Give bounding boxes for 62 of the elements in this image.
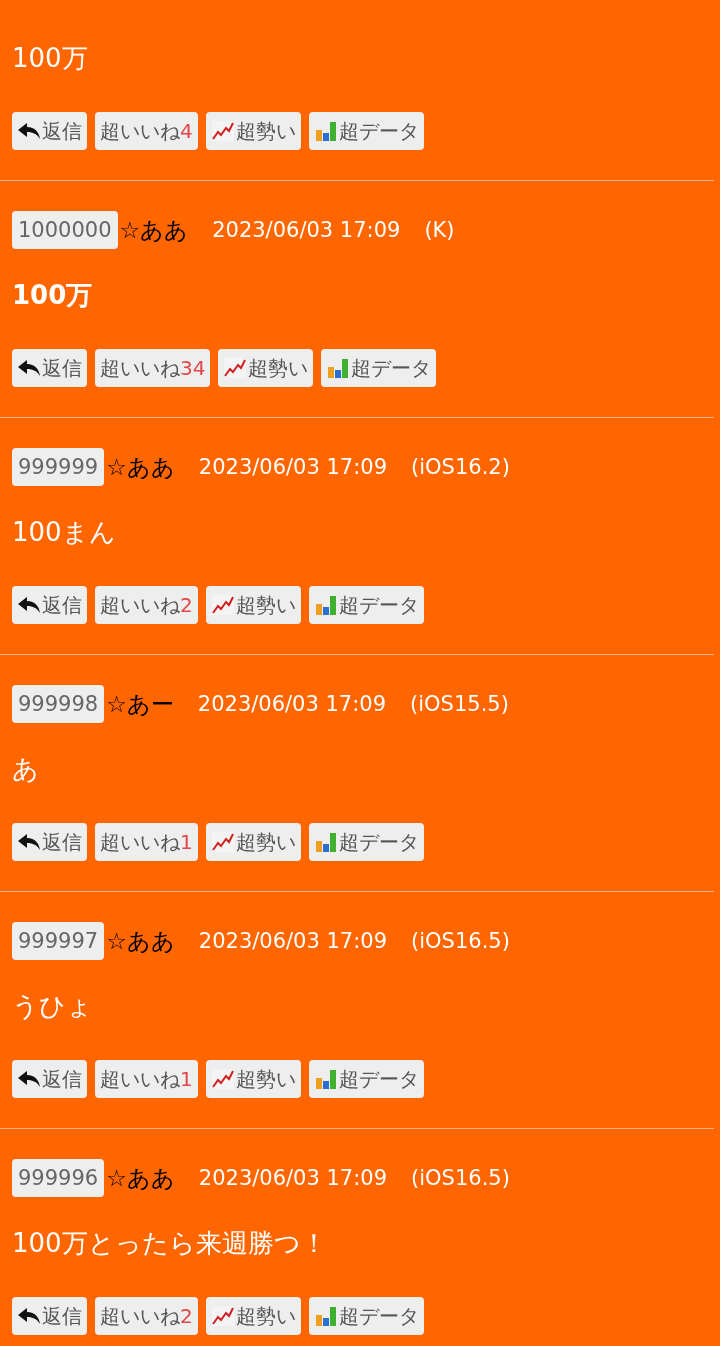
post-date: 2023/06/03 17:09 bbox=[197, 692, 387, 716]
post-date: 2023/06/03 17:09 bbox=[212, 218, 401, 242]
post-body: 100万 bbox=[12, 42, 89, 75]
reply-button[interactable]: 返信 bbox=[12, 586, 87, 624]
like-button[interactable]: 超いいね1 bbox=[95, 1060, 198, 1098]
reply-button[interactable]: 返信 bbox=[12, 823, 87, 861]
post-body: 100まん bbox=[12, 516, 117, 549]
post-body: うひょ bbox=[12, 990, 94, 1023]
reply-button[interactable]: 返信 bbox=[12, 349, 87, 387]
post-number-badge[interactable]: 1000000 bbox=[12, 211, 118, 249]
post-number-badge[interactable]: 999998 bbox=[12, 685, 105, 723]
data-button[interactable]: 超データ bbox=[308, 112, 424, 150]
line-chart-icon bbox=[210, 119, 235, 143]
post-date: 2023/06/03 17:09 bbox=[198, 1166, 388, 1190]
post-body: あ bbox=[12, 753, 40, 786]
like-button[interactable]: 超いいね34 bbox=[95, 349, 211, 387]
bar-chart-icon bbox=[313, 830, 338, 854]
bar-chart-icon bbox=[313, 119, 338, 143]
bar-chart-icon bbox=[313, 1067, 338, 1091]
line-chart-icon bbox=[210, 830, 235, 854]
post-body: 100万 bbox=[12, 279, 94, 312]
post-body: 100万とったら来週勝つ！ bbox=[12, 1227, 328, 1260]
device-label: (iOS16.2) bbox=[411, 455, 510, 479]
trend-button[interactable]: 超勢い bbox=[205, 1060, 301, 1098]
line-chart-icon bbox=[210, 1067, 235, 1091]
data-button[interactable]: 超データ bbox=[321, 349, 437, 387]
line-chart-icon bbox=[223, 356, 248, 380]
line-chart-icon bbox=[210, 593, 235, 617]
device-label: (iOS16.5) bbox=[411, 1166, 510, 1190]
author-name: ☆ああ bbox=[106, 1163, 175, 1193]
device-label: (iOS16.5) bbox=[411, 929, 510, 953]
bar-chart-icon bbox=[326, 356, 351, 380]
post-number-badge[interactable]: 999999 bbox=[12, 448, 105, 486]
like-button[interactable]: 超いいね2 bbox=[95, 1297, 198, 1335]
like-button[interactable]: 超いいね1 bbox=[95, 823, 198, 861]
device-label: (iOS15.5) bbox=[410, 692, 509, 716]
author-name: ☆ああ bbox=[106, 926, 175, 956]
post-number-badge[interactable]: 999996 bbox=[12, 1159, 105, 1197]
data-button[interactable]: 超データ bbox=[308, 823, 424, 861]
trend-button[interactable]: 超勢い bbox=[205, 112, 301, 150]
post-date: 2023/06/03 17:09 bbox=[198, 455, 388, 479]
like-button[interactable]: 超いいね4 bbox=[95, 112, 198, 150]
author-name: ☆あー bbox=[106, 689, 174, 719]
bar-chart-icon bbox=[313, 1304, 338, 1328]
bar-chart-icon bbox=[313, 593, 338, 617]
trend-button[interactable]: 超勢い bbox=[205, 823, 301, 861]
post-number-badge[interactable]: 999997 bbox=[12, 922, 105, 960]
data-button[interactable]: 超データ bbox=[308, 1060, 424, 1098]
post-date: 2023/06/03 17:09 bbox=[198, 929, 388, 953]
like-button[interactable]: 超いいね2 bbox=[95, 586, 198, 624]
author-name: ☆ああ bbox=[119, 215, 189, 245]
line-chart-icon bbox=[210, 1304, 235, 1328]
reply-button[interactable]: 返信 bbox=[12, 1060, 87, 1098]
reply-button[interactable]: 返信 bbox=[12, 1297, 87, 1335]
data-button[interactable]: 超データ bbox=[308, 1297, 424, 1335]
trend-button[interactable]: 超勢い bbox=[205, 1297, 301, 1335]
reply-button[interactable]: 返信 bbox=[12, 112, 87, 150]
data-button[interactable]: 超データ bbox=[308, 586, 424, 624]
trend-button[interactable]: 超勢い bbox=[218, 349, 314, 387]
trend-button[interactable]: 超勢い bbox=[205, 586, 301, 624]
device-label: (K) bbox=[424, 218, 455, 242]
author-name: ☆ああ bbox=[106, 452, 175, 482]
